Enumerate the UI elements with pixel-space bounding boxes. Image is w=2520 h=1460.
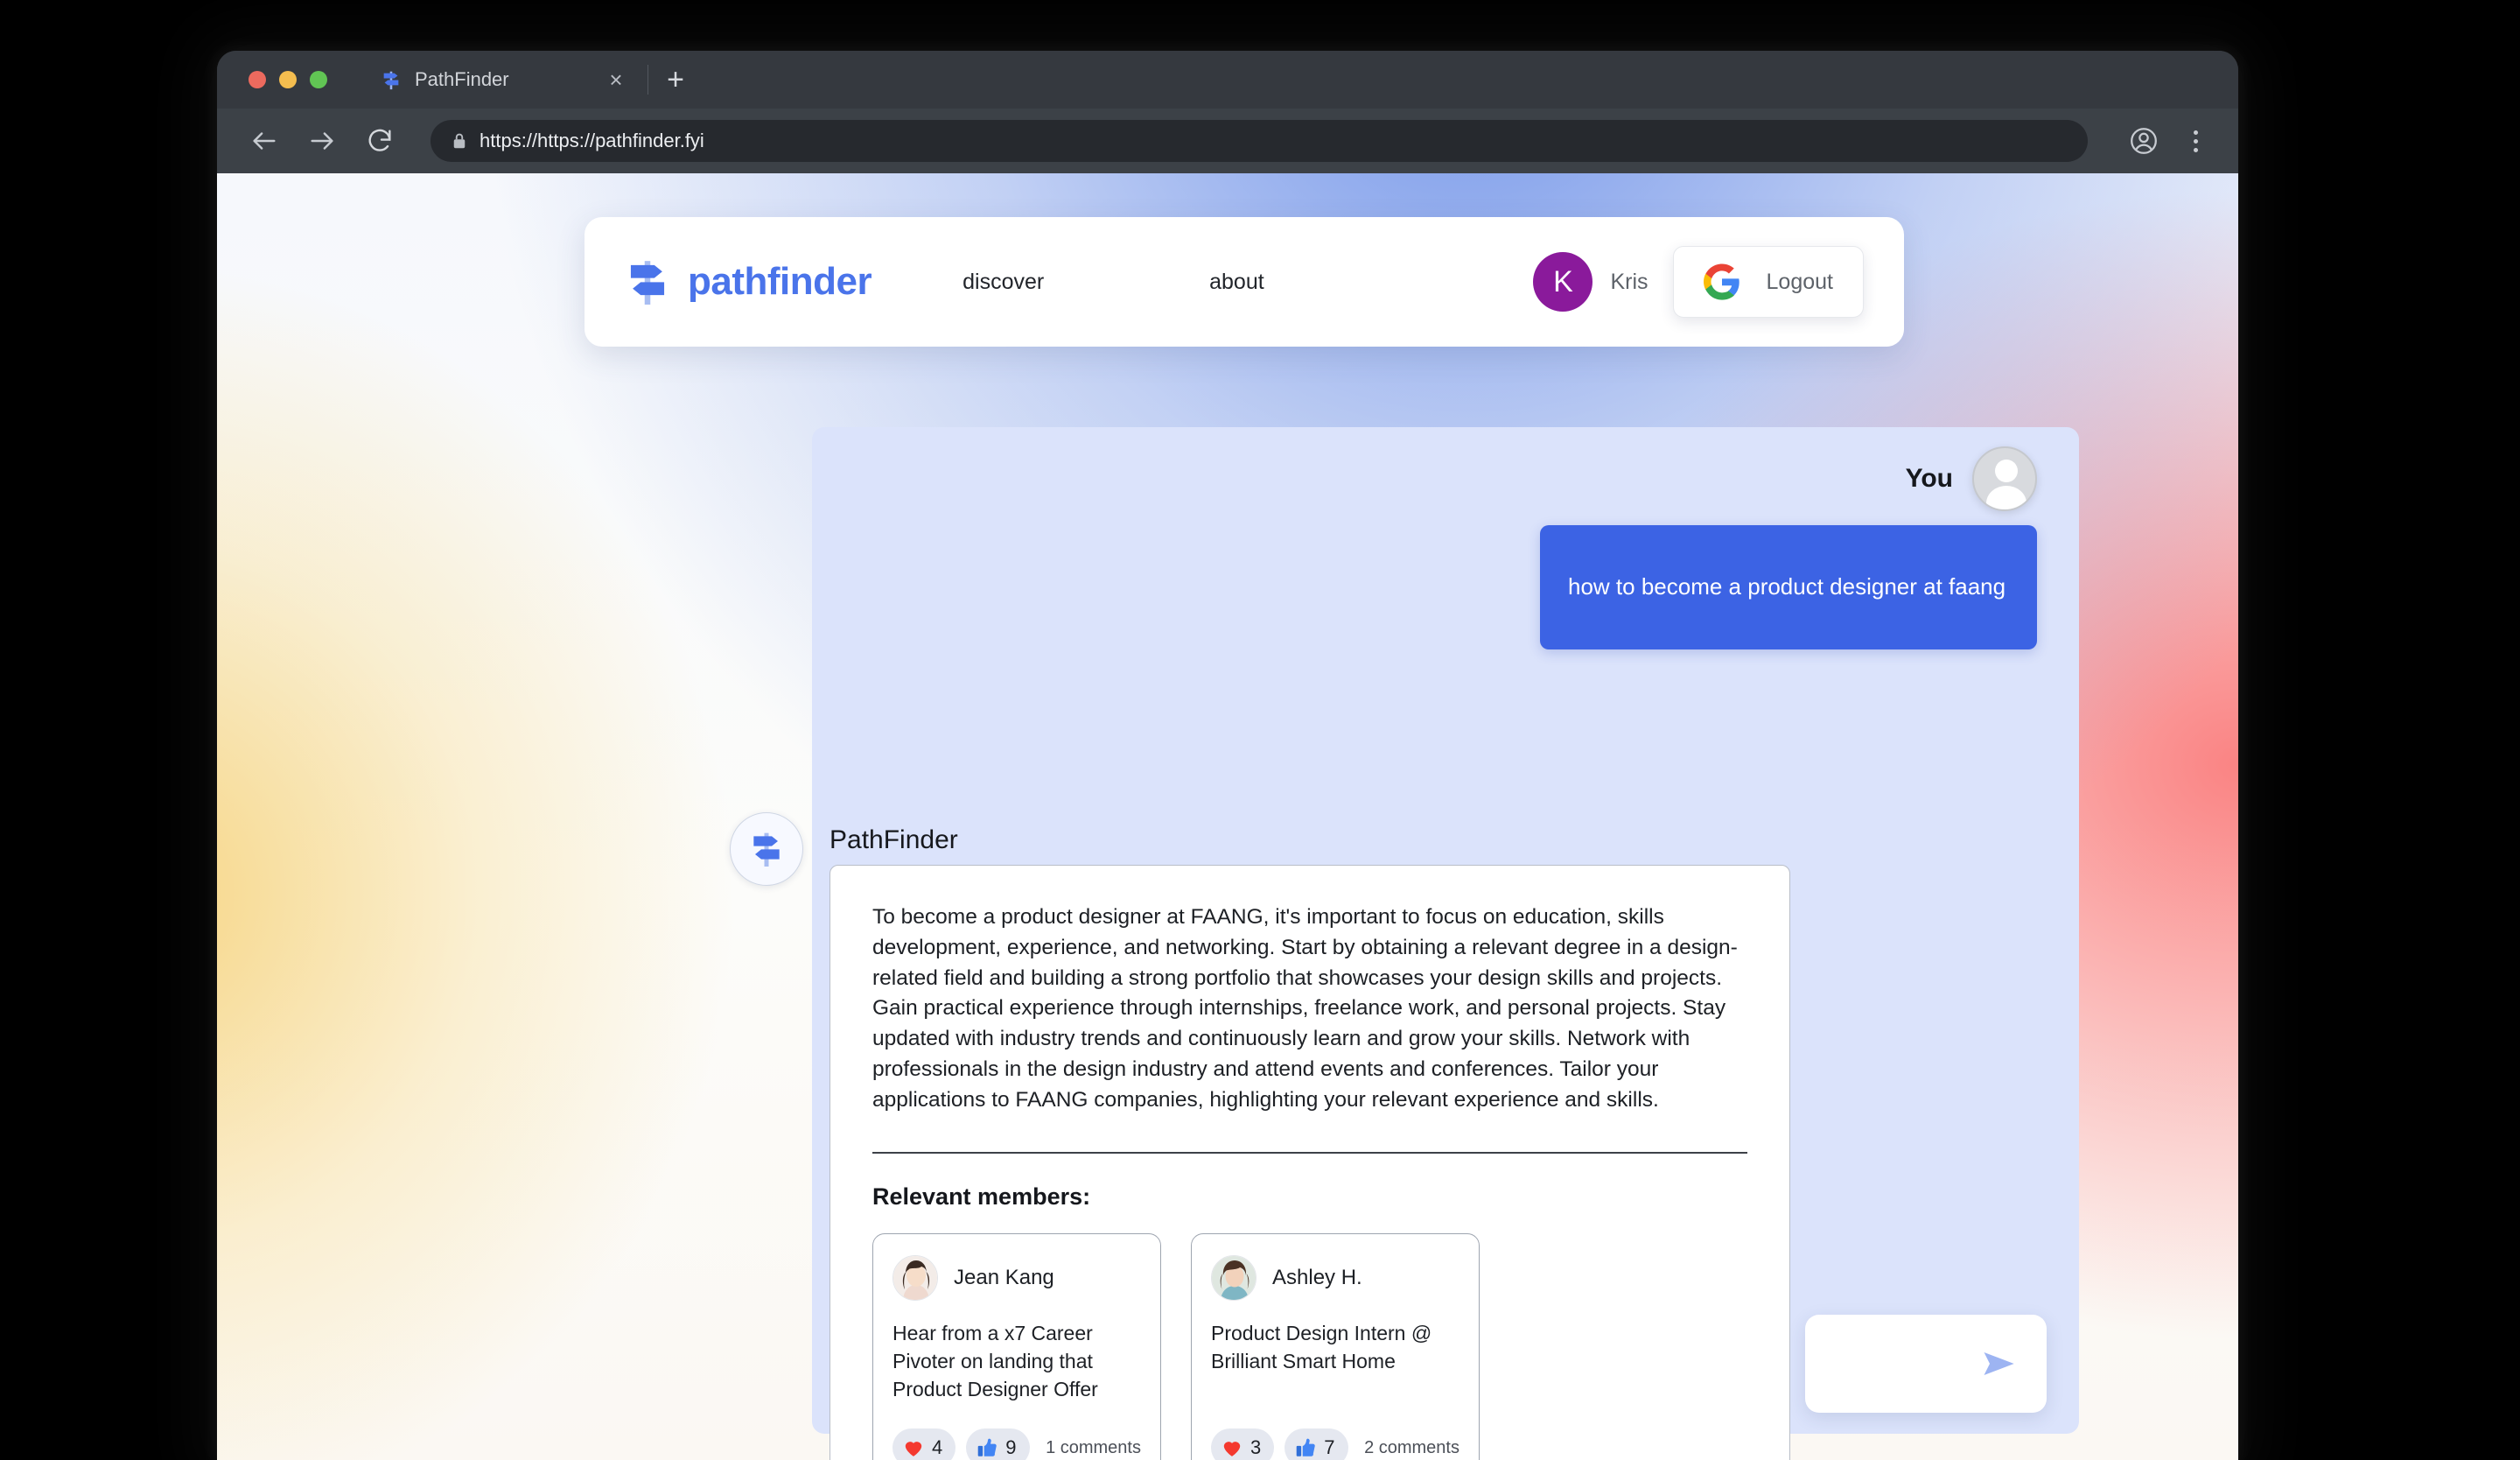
url-input[interactable]: https://https://pathfinder.fyi <box>430 120 2088 162</box>
member-reactions: 3 7 2 comments <box>1211 1428 1460 1460</box>
close-window-button[interactable] <box>248 71 266 88</box>
minimize-window-button[interactable] <box>279 71 297 88</box>
brand-name: pathfinder <box>688 260 872 303</box>
member-description: Hear from a x7 Career Pivoter on landing… <box>892 1322 1098 1400</box>
send-arrow-icon[interactable] <box>1982 1349 2017 1379</box>
nav-item-about[interactable]: about <box>1202 270 1449 295</box>
assistant-name: PathFinder <box>830 825 958 854</box>
assistant-response-text: To become a product designer at FAANG, i… <box>872 905 1738 1112</box>
comment-count[interactable]: 2 comments <box>1364 1438 1460 1458</box>
member-card[interactable]: Jean Kang Hear from a x7 Career Pivoter … <box>872 1233 1161 1460</box>
browser-tab[interactable]: PathFinder × <box>364 53 644 107</box>
like-count: 9 <box>1005 1436 1017 1459</box>
browser-tab-title: PathFinder <box>415 68 509 90</box>
user-avatar[interactable]: K <box>1533 252 1593 312</box>
url-text: https://https://pathfinder.fyi <box>480 130 704 151</box>
user-placeholder-avatar-icon <box>1972 446 2037 511</box>
heart-icon <box>1221 1436 1243 1459</box>
member-description: Product Design Intern @ Brilliant Smart … <box>1211 1322 1432 1373</box>
assistant-avatar <box>730 812 803 886</box>
profile-icon[interactable] <box>2128 125 2160 157</box>
chat-input-box[interactable] <box>1805 1315 2047 1413</box>
reload-icon[interactable] <box>362 123 397 158</box>
signpost-logo-icon <box>625 255 670 309</box>
page-viewport: pathfinder discover about K Kris Logout … <box>217 173 2238 1460</box>
user-message-text: how to become a product designer at faan… <box>1568 573 2006 600</box>
member-photo <box>892 1255 938 1302</box>
google-g-icon <box>1703 263 1740 300</box>
like-count: 7 <box>1324 1436 1335 1459</box>
nav-item-discover[interactable]: discover <box>956 270 1202 295</box>
member-header: Jean Kang <box>892 1255 1141 1302</box>
heart-reaction-button[interactable]: 4 <box>892 1428 956 1460</box>
assistant-response-card: To become a product designer at FAANG, i… <box>830 865 1790 1460</box>
member-reactions: 4 9 1 comments <box>892 1428 1141 1460</box>
lock-icon <box>452 132 467 150</box>
window-traffic-lights <box>248 71 327 88</box>
site-header: pathfinder discover about K Kris Logout <box>584 217 1904 347</box>
member-name: Ashley H. <box>1272 1266 1362 1290</box>
new-tab-button[interactable]: + <box>652 65 699 95</box>
member-name: Jean Kang <box>954 1266 1054 1290</box>
like-reaction-button[interactable]: 9 <box>966 1428 1030 1460</box>
user-message-bubble: how to become a product designer at faan… <box>1540 525 2037 649</box>
signpost-icon <box>380 68 402 91</box>
like-reaction-button[interactable]: 7 <box>1284 1428 1348 1460</box>
primary-nav: discover about <box>956 270 1449 295</box>
back-arrow-icon[interactable] <box>247 123 282 158</box>
browser-tab-strip: PathFinder × + <box>217 51 2238 109</box>
member-header: Ashley H. <box>1211 1255 1460 1302</box>
thumbs-up-icon <box>976 1436 998 1459</box>
user-name: Kris <box>1610 269 1648 294</box>
thumbs-up-icon <box>1294 1436 1317 1459</box>
logout-label: Logout <box>1766 269 1833 294</box>
header-user-area: K Kris Logout <box>1533 246 1864 318</box>
brand-logo-link[interactable]: pathfinder <box>625 255 872 309</box>
heart-icon <box>902 1436 925 1459</box>
kebab-menu-icon[interactable] <box>2182 130 2208 152</box>
member-card[interactable]: Ashley H. Product Design Intern @ Brilli… <box>1191 1233 1480 1460</box>
user-message-header: You <box>1906 446 2037 511</box>
heart-count: 3 <box>1250 1436 1262 1459</box>
browser-window: PathFinder × + https://https://pathfinde… <box>217 51 2238 1460</box>
member-photo <box>1211 1255 1256 1302</box>
user-message-label: You <box>1905 464 1953 493</box>
maximize-window-button[interactable] <box>310 71 327 88</box>
forward-arrow-icon[interactable] <box>304 123 340 158</box>
heart-reaction-button[interactable]: 3 <box>1211 1428 1275 1460</box>
browser-toolbar: https://https://pathfinder.fyi <box>217 109 2238 173</box>
comment-count[interactable]: 1 comments <box>1046 1438 1141 1458</box>
relevant-members-list: Jean Kang Hear from a x7 Career Pivoter … <box>872 1233 1747 1460</box>
heart-count: 4 <box>932 1436 943 1459</box>
close-icon[interactable]: × <box>604 68 628 91</box>
relevant-members-title: Relevant members: <box>872 1183 1091 1211</box>
section-divider <box>872 1152 1747 1155</box>
logout-button[interactable]: Logout <box>1672 246 1864 318</box>
